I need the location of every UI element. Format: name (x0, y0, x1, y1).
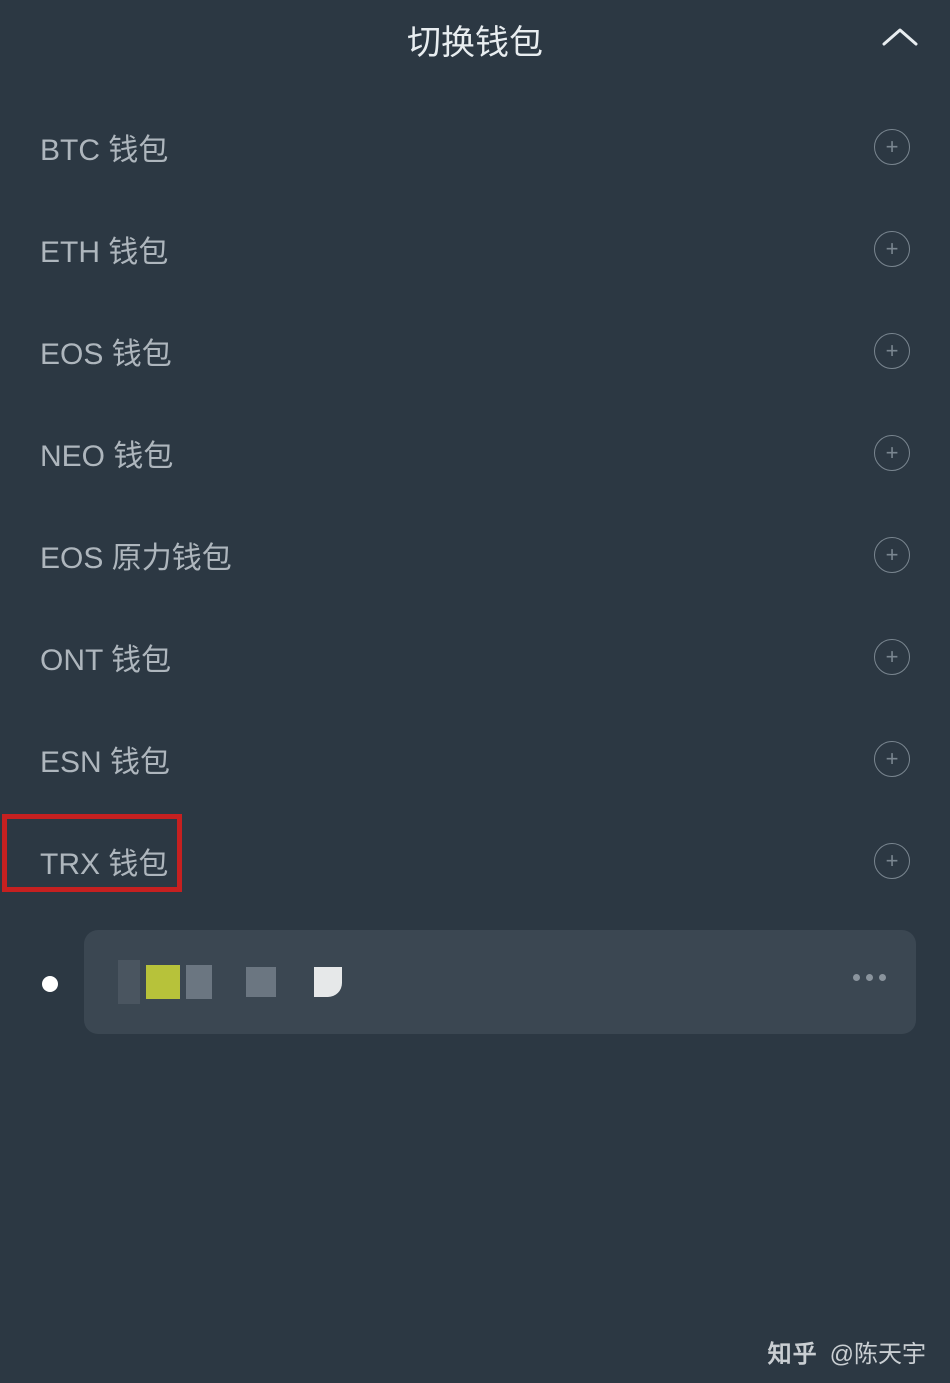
wallet-item-trx[interactable]: TRX 钱包 + (0, 810, 950, 912)
add-wallet-button[interactable]: + (874, 639, 910, 675)
plus-icon: + (886, 442, 899, 464)
watermark-author: @陈天宇 (830, 1334, 926, 1369)
header: 切换钱包 (0, 0, 950, 78)
wallet-list: BTC 钱包 + ETH 钱包 + EOS 钱包 + NEO 钱包 + EOS … (0, 78, 950, 912)
wallet-item-esn[interactable]: ESN 钱包 + (0, 708, 950, 810)
selected-indicator-icon (42, 976, 58, 992)
wallet-avatar-row (118, 960, 342, 1004)
plus-icon: + (886, 136, 899, 158)
wallet-account-card[interactable] (84, 930, 916, 1034)
plus-icon: + (886, 238, 899, 260)
wallet-item-eos-force[interactable]: EOS 原力钱包 + (0, 504, 950, 606)
avatar-block (146, 965, 180, 999)
wallet-item-eos[interactable]: EOS 钱包 + (0, 300, 950, 402)
wallet-item-btc[interactable]: BTC 钱包 + (0, 96, 950, 198)
plus-icon: + (886, 646, 899, 668)
plus-icon: + (886, 544, 899, 566)
add-wallet-button[interactable]: + (874, 741, 910, 777)
plus-icon: + (886, 340, 899, 362)
wallet-label: NEO 钱包 (40, 431, 173, 475)
wallet-label: EOS 钱包 (40, 329, 172, 373)
wallet-label: EOS 原力钱包 (40, 533, 232, 577)
watermark: 知乎 @陈天宇 (768, 1334, 926, 1369)
wallet-item-eth[interactable]: ETH 钱包 + (0, 198, 950, 300)
add-wallet-button[interactable]: + (874, 129, 910, 165)
wallet-item-ont[interactable]: ONT 钱包 + (0, 606, 950, 708)
more-icon[interactable] (853, 974, 886, 981)
avatar-block (118, 960, 140, 1004)
avatar-block (186, 965, 212, 999)
add-wallet-button[interactable]: + (874, 231, 910, 267)
watermark-logo: 知乎 (768, 1334, 818, 1369)
avatar-block (314, 967, 342, 997)
wallet-item-neo[interactable]: NEO 钱包 + (0, 402, 950, 504)
add-wallet-button[interactable]: + (874, 333, 910, 369)
add-wallet-button[interactable]: + (874, 843, 910, 879)
wallet-label: TRX 钱包 (40, 839, 168, 883)
wallet-label: ONT 钱包 (40, 635, 171, 679)
add-wallet-button[interactable]: + (874, 435, 910, 471)
page-title: 切换钱包 (407, 15, 543, 64)
chevron-up-icon[interactable] (882, 26, 918, 53)
add-wallet-button[interactable]: + (874, 537, 910, 573)
wallet-label: BTC 钱包 (40, 125, 168, 169)
plus-icon: + (886, 850, 899, 872)
wallet-label: ETH 钱包 (40, 227, 168, 271)
wallet-label: ESN 钱包 (40, 737, 170, 781)
plus-icon: + (886, 748, 899, 770)
avatar-block (246, 967, 276, 997)
